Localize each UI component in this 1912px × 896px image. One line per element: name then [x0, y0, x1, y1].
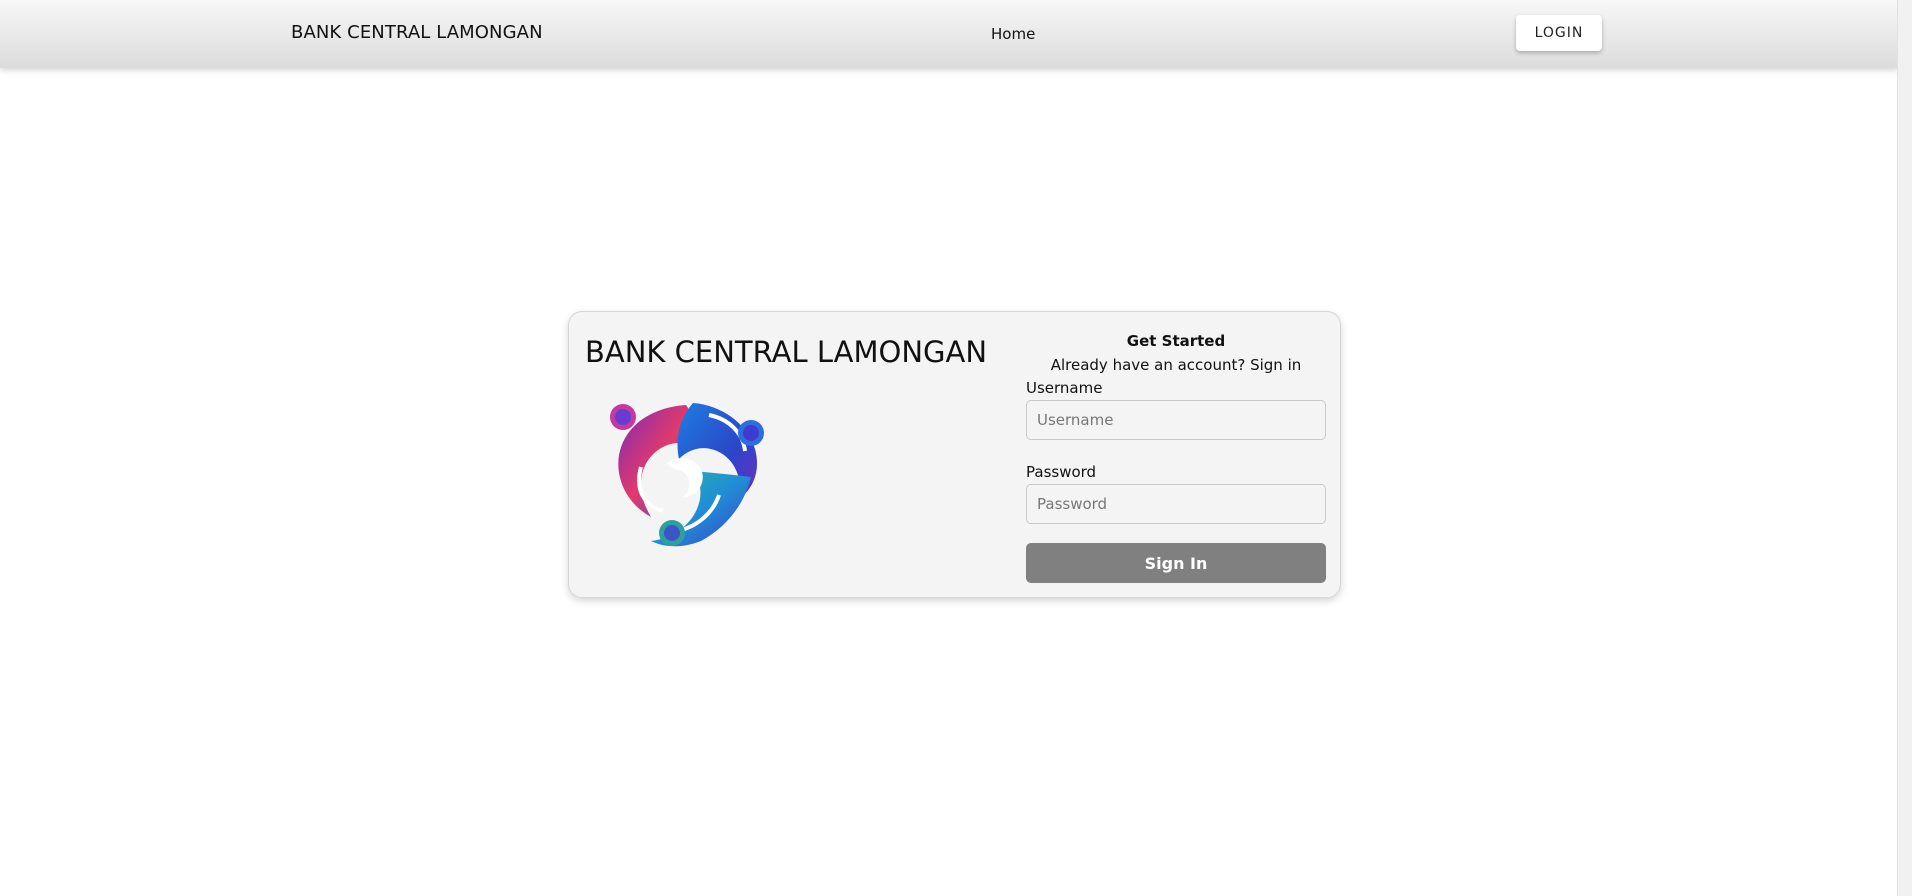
- username-input[interactable]: [1026, 400, 1326, 440]
- top-navbar: BANK CENTRAL LAMONGAN Home LOGIN: [0, 0, 1898, 68]
- page-scrollbar[interactable]: [1897, 0, 1912, 896]
- card-title: BANK CENTRAL LAMONGAN: [585, 335, 988, 369]
- nav-link-home[interactable]: Home: [991, 25, 1035, 43]
- navbar-brand[interactable]: BANK CENTRAL LAMONGAN: [291, 22, 543, 43]
- sign-in-button[interactable]: Sign In: [1026, 543, 1326, 583]
- username-label: Username: [1026, 379, 1103, 397]
- password-label: Password: [1026, 463, 1097, 481]
- signin-prompt[interactable]: Already have an account? Sign in: [1026, 356, 1326, 374]
- form-heading: Get Started: [1126, 332, 1226, 350]
- password-input[interactable]: [1026, 484, 1326, 524]
- swirl-logo-icon: [610, 403, 764, 547]
- login-button[interactable]: LOGIN: [1516, 15, 1602, 51]
- login-card: BANK CENTRAL LAMONGAN Get Started Alread…: [568, 311, 1341, 598]
